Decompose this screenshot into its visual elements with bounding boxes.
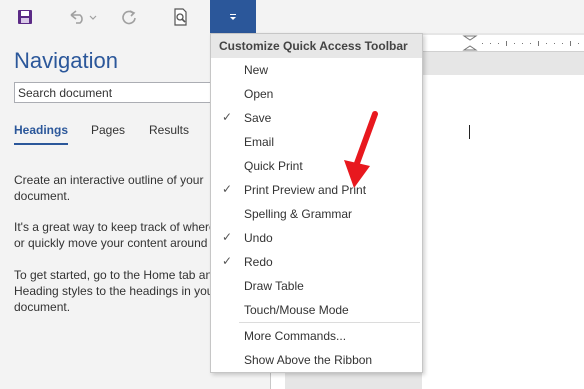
search-document-input[interactable]: Search document — [14, 82, 214, 103]
tab-headings[interactable]: Headings — [14, 123, 68, 137]
menu-item-spelling-grammar[interactable]: Spelling & Grammar — [211, 202, 422, 226]
tab-results[interactable]: Results — [149, 123, 189, 137]
customize-qat-menu: Customize Quick Access Toolbar New Open … — [210, 33, 423, 373]
customize-qat-dropdown-button[interactable] — [210, 0, 256, 33]
menu-item-show-above-ribbon[interactable]: Show Above the Ribbon — [211, 348, 422, 372]
menu-item-label: Spelling & Grammar — [244, 207, 353, 221]
checkmark-icon: ✓ — [222, 230, 233, 244]
quick-access-toolbar — [0, 0, 584, 33]
menu-item-touch-mouse-mode[interactable]: Touch/Mouse Mode — [211, 298, 422, 322]
menu-item-label: More Commands... — [244, 329, 347, 343]
checkmark-icon: ✓ — [222, 110, 233, 124]
menu-item-label: Open — [244, 87, 274, 101]
checkmark-icon: ✓ — [222, 182, 233, 196]
ruler-ticks — [462, 35, 579, 51]
checkmark-icon: ✓ — [222, 254, 233, 268]
redo-button[interactable] — [114, 0, 144, 33]
customize-dropdown-icon — [230, 13, 236, 20]
menu-item-quick-print[interactable]: Quick Print — [211, 154, 422, 178]
annotation-arrow-icon — [344, 111, 378, 188]
document-page[interactable] — [422, 75, 584, 389]
menu-item-label: Save — [244, 111, 272, 125]
save-icon — [18, 9, 32, 24]
tab-pages[interactable]: Pages — [91, 123, 125, 137]
horizontal-ruler[interactable] — [420, 35, 584, 52]
menu-item-label: Redo — [244, 255, 273, 269]
menu-item-draw-table[interactable]: Draw Table — [211, 274, 422, 298]
menu-item-label: Undo — [244, 231, 273, 245]
menu-item-label: Quick Print — [244, 159, 303, 173]
menu-item-email[interactable]: Email — [211, 130, 422, 154]
menu-item-open[interactable]: Open — [211, 82, 422, 106]
navigation-title: Navigation — [14, 48, 118, 73]
menu-item-save[interactable]: ✓ Save — [211, 106, 422, 130]
active-tab-indicator — [14, 143, 68, 145]
menu-separator — [239, 322, 420, 323]
print-preview-icon — [174, 7, 187, 26]
text-cursor — [469, 125, 470, 139]
menu-item-undo[interactable]: ✓ Undo — [211, 226, 422, 250]
undo-icon — [70, 9, 97, 24]
menu-item-new[interactable]: New — [211, 58, 422, 82]
menu-item-label: Show Above the Ribbon — [244, 353, 373, 367]
menu-item-label: New — [244, 63, 269, 77]
undo-button[interactable] — [62, 0, 102, 33]
menu-item-more-commands[interactable]: More Commands... — [211, 324, 422, 348]
menu-item-label: Email — [244, 135, 275, 149]
redo-icon — [122, 9, 136, 24]
menu-item-label: Touch/Mouse Mode — [244, 303, 349, 317]
menu-item-label: Draw Table — [244, 279, 304, 293]
save-button[interactable] — [10, 0, 40, 33]
print-preview-button[interactable] — [166, 0, 196, 33]
menu-item-redo[interactable]: ✓ Redo — [211, 250, 422, 274]
menu-item-print-preview[interactable]: ✓ Print Preview and Print — [211, 178, 422, 202]
menu-header: Customize Quick Access Toolbar — [211, 34, 422, 58]
